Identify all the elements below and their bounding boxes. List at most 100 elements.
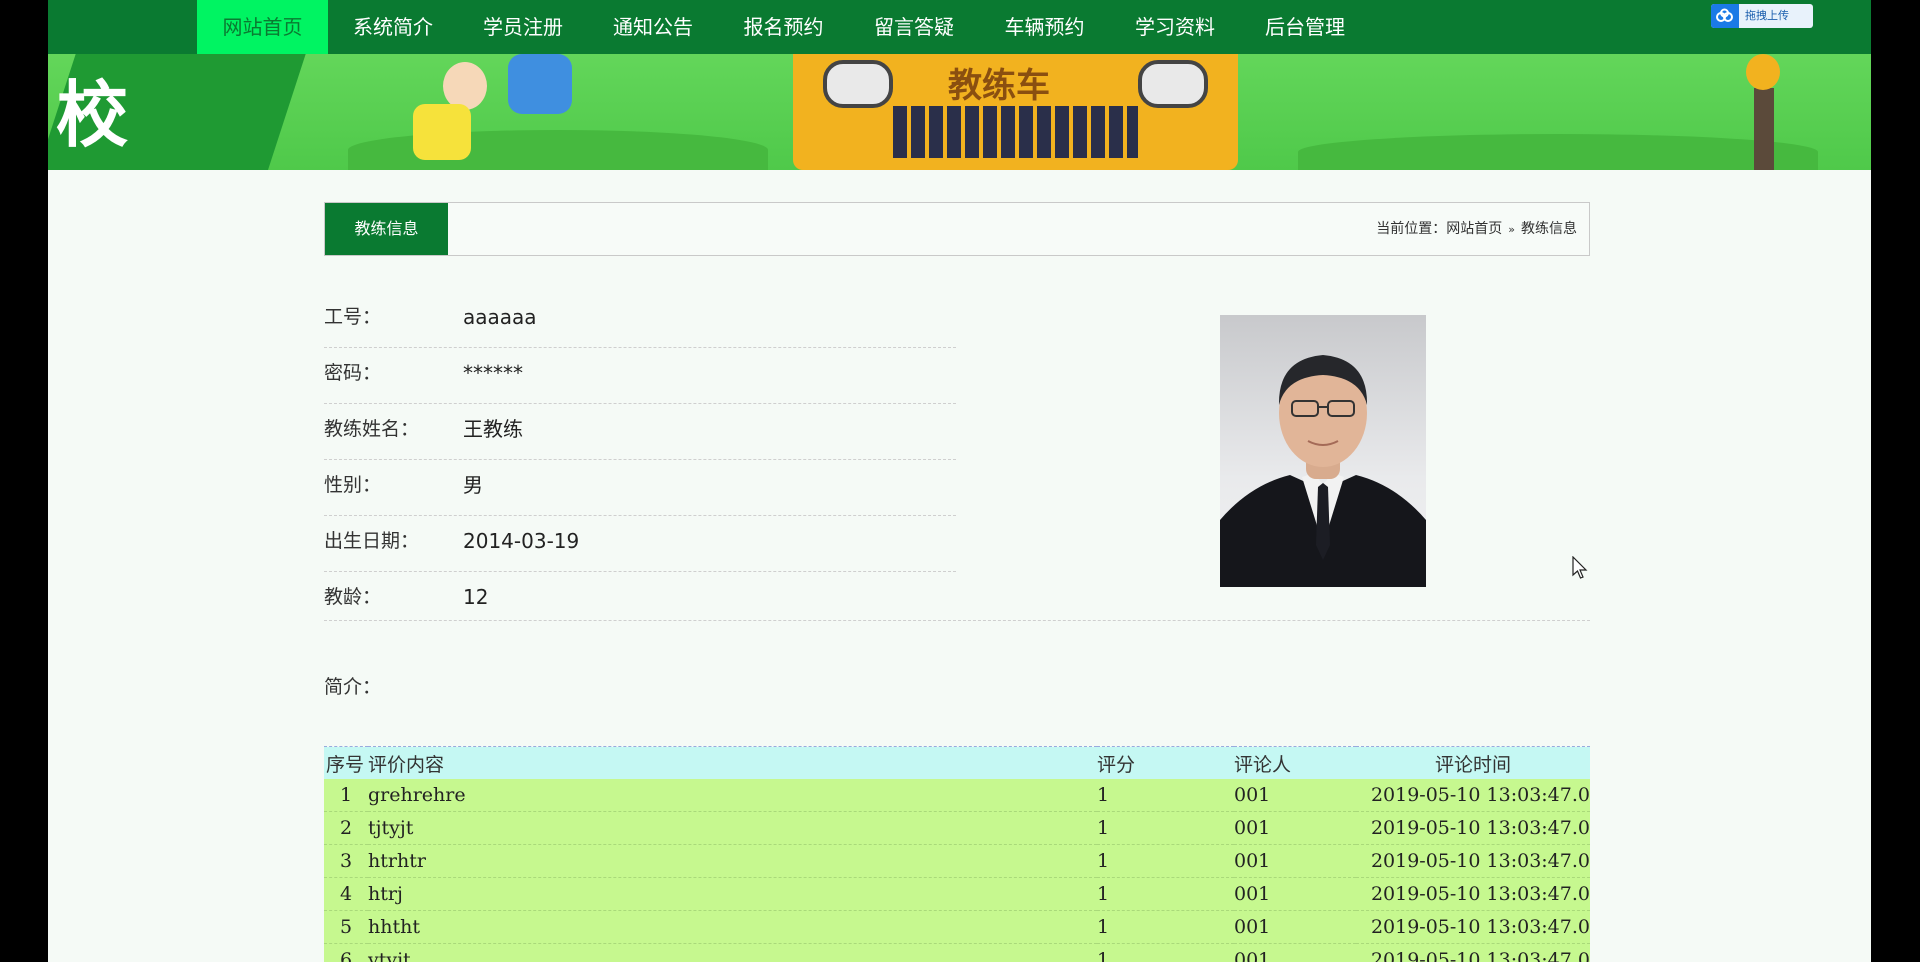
child-figure bbox=[508, 54, 572, 114]
cell-reviewer: 001 bbox=[1234, 877, 1356, 911]
cell-index: 2 bbox=[324, 811, 368, 845]
info-row-id: 工号： aaaaaa bbox=[324, 292, 956, 348]
mouse-cursor-icon bbox=[1572, 555, 1588, 585]
table-row: 5 hhtht 1 001 2019-05-10 13:03:47.0 bbox=[324, 910, 1590, 944]
cell-content: ytyjt bbox=[368, 943, 1097, 962]
bus-light bbox=[823, 60, 893, 108]
cell-score: 1 bbox=[1097, 943, 1234, 962]
cell-time: 2019-05-10 13:03:47.0 bbox=[1356, 779, 1590, 812]
cell-time: 2019-05-10 13:03:47.0 bbox=[1356, 811, 1590, 845]
child-figure bbox=[443, 62, 487, 110]
breadcrumb-prefix: 当前位置： bbox=[1376, 221, 1447, 237]
info-label: 出生日期： bbox=[324, 530, 420, 552]
header-reviewer: 评论人 bbox=[1234, 746, 1356, 779]
cell-reviewer: 001 bbox=[1234, 844, 1356, 878]
nav-item-study-materials[interactable]: 学习资料 bbox=[1110, 0, 1240, 54]
cell-content: hhtht bbox=[368, 910, 1097, 944]
cell-score: 1 bbox=[1097, 779, 1234, 812]
nav-item-enroll[interactable]: 报名预约 bbox=[718, 0, 849, 54]
banner-hill bbox=[348, 130, 768, 170]
cell-reviewer: 001 bbox=[1234, 943, 1356, 962]
header-time: 评论时间 bbox=[1356, 746, 1590, 779]
cell-score: 1 bbox=[1097, 811, 1234, 845]
cell-content: grehrehre bbox=[368, 779, 1097, 812]
info-row-experience: 教龄： 12 bbox=[324, 572, 956, 627]
banner-sign-text: 校 bbox=[56, 73, 129, 157]
table-row: 3 htrhtr 1 001 2019-05-10 13:03:47.0 bbox=[324, 844, 1590, 878]
info-row-password: 密码： ****** bbox=[324, 348, 956, 404]
info-label: 密码： bbox=[324, 362, 382, 384]
cell-reviewer: 001 bbox=[1234, 811, 1356, 845]
table-row: 6 ytyjt 1 001 2019-05-10 13:03:47.0 bbox=[324, 943, 1590, 962]
header-index: 序号 bbox=[324, 746, 368, 779]
info-label: 性别： bbox=[324, 474, 382, 496]
info-label: 教龄： bbox=[324, 586, 382, 608]
cell-time: 2019-05-10 13:03:47.0 bbox=[1356, 943, 1590, 962]
cell-reviewer: 001 bbox=[1234, 779, 1356, 812]
cell-score: 1 bbox=[1097, 844, 1234, 878]
cell-time: 2019-05-10 13:03:47.0 bbox=[1356, 844, 1590, 878]
bus-grill bbox=[893, 106, 1138, 158]
cell-time: 2019-05-10 13:03:47.0 bbox=[1356, 910, 1590, 944]
upload-label: 拖拽上传 bbox=[1745, 9, 1789, 22]
drag-upload-button[interactable]: 拖拽上传 bbox=[1711, 4, 1813, 28]
info-row-birthdate: 出生日期： 2014-03-19 bbox=[324, 516, 956, 572]
nav-item-system-intro[interactable]: 系统简介 bbox=[328, 0, 458, 54]
banner-figure bbox=[1746, 54, 1780, 90]
cell-time: 2019-05-10 13:03:47.0 bbox=[1356, 877, 1590, 911]
intro-label: 简介： bbox=[324, 676, 382, 698]
info-value: 12 bbox=[463, 585, 489, 609]
info-value: 2014-03-19 bbox=[463, 529, 580, 553]
driving-car-illustration: 教练车 bbox=[793, 54, 1238, 170]
cell-index: 3 bbox=[324, 844, 368, 878]
header-banner: 校 教练车 bbox=[48, 54, 1871, 170]
cell-content: htrhtr bbox=[368, 844, 1097, 878]
cell-score: 1 bbox=[1097, 877, 1234, 911]
table-row: 2 tjtyjt 1 001 2019-05-10 13:03:47.0 bbox=[324, 811, 1590, 845]
child-figure bbox=[413, 104, 471, 160]
info-row-name: 教练姓名： 王教练 bbox=[324, 404, 956, 460]
cell-score: 1 bbox=[1097, 910, 1234, 944]
section-title-bar: 教练信息 当前位置：网站首页 » 教练信息 bbox=[324, 202, 1590, 256]
cell-index: 6 bbox=[324, 943, 368, 962]
cell-index: 4 bbox=[324, 877, 368, 911]
nav-item-notices[interactable]: 通知公告 bbox=[588, 0, 718, 54]
bus-light bbox=[1138, 60, 1208, 108]
coach-photo bbox=[1220, 315, 1426, 587]
nav-item-qa[interactable]: 留言答疑 bbox=[849, 0, 979, 54]
banner-figure bbox=[1754, 88, 1774, 170]
banner-hill bbox=[1298, 134, 1818, 170]
info-value: ****** bbox=[463, 361, 523, 385]
bus-label: 教练车 bbox=[948, 66, 1050, 106]
cell-content: tjtyjt bbox=[368, 811, 1097, 845]
section-title: 教练信息 bbox=[325, 203, 448, 255]
cell-reviewer: 001 bbox=[1234, 910, 1356, 944]
table-row: 1 grehrehre 1 001 2019-05-10 13:03:47.0 bbox=[324, 779, 1590, 812]
breadcrumb: 当前位置：网站首页 » 教练信息 bbox=[1376, 203, 1577, 256]
header-score: 评分 bbox=[1097, 746, 1234, 779]
table-header-row: 序号 评价内容 评分 评论人 评论时间 bbox=[324, 746, 1590, 779]
info-value: 男 bbox=[463, 473, 483, 497]
nav-item-admin[interactable]: 后台管理 bbox=[1240, 0, 1370, 54]
reviews-table: 序号 评价内容 评分 评论人 评论时间 1 grehrehre 1 001 20… bbox=[324, 746, 1590, 962]
app-window: 网站首页 系统简介 学员注册 通知公告 报名预约 留言答疑 车辆预约 学习资料 … bbox=[48, 0, 1871, 962]
cell-index: 1 bbox=[324, 779, 368, 812]
table-row: 4 htrj 1 001 2019-05-10 13:03:47.0 bbox=[324, 877, 1590, 911]
divider bbox=[324, 620, 1590, 621]
cell-content: htrj bbox=[368, 877, 1097, 911]
info-row-gender: 性别： 男 bbox=[324, 460, 956, 516]
info-label: 教练姓名： bbox=[324, 418, 420, 440]
cloud-upload-icon bbox=[1711, 4, 1739, 28]
coach-info-list: 工号： aaaaaa 密码： ****** 教练姓名： 王教练 性别： 男 出生… bbox=[324, 292, 956, 627]
info-label: 工号： bbox=[324, 306, 382, 328]
nav-item-home[interactable]: 网站首页 bbox=[197, 0, 328, 54]
breadcrumb-home-link[interactable]: 网站首页 bbox=[1446, 221, 1502, 237]
breadcrumb-current: 教练信息 bbox=[1521, 221, 1577, 237]
top-nav: 网站首页 系统简介 学员注册 通知公告 报名预约 留言答疑 车辆预约 学习资料 … bbox=[48, 0, 1871, 54]
cell-index: 5 bbox=[324, 910, 368, 944]
nav-item-student-register[interactable]: 学员注册 bbox=[458, 0, 588, 54]
nav-item-vehicle-booking[interactable]: 车辆预约 bbox=[979, 0, 1110, 54]
breadcrumb-separator: » bbox=[1508, 223, 1515, 236]
info-value: aaaaaa bbox=[463, 305, 537, 329]
header-content: 评价内容 bbox=[368, 746, 1097, 779]
